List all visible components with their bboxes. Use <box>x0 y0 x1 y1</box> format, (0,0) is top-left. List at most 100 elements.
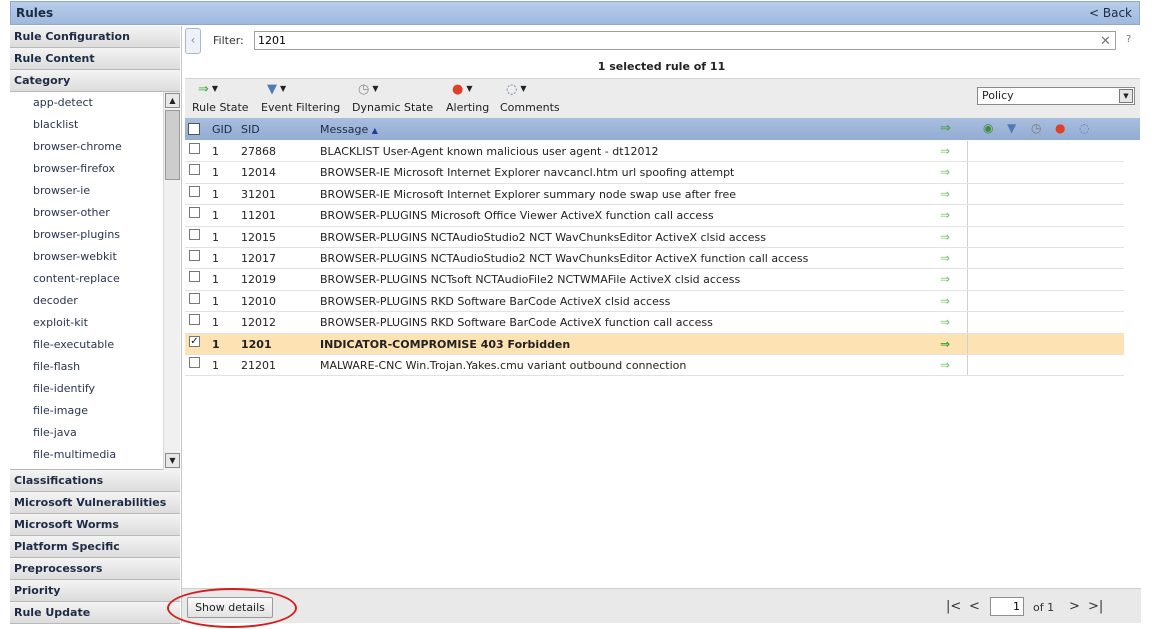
section-rule-update[interactable]: Rule Update <box>10 602 180 624</box>
back-link[interactable]: < Back <box>1089 6 1132 20</box>
category-item-file-image[interactable]: file-image <box>10 400 180 422</box>
gid-cell: 1 <box>212 358 219 372</box>
row-checkbox[interactable]: ✓ <box>189 335 200 347</box>
filter-label: Filter: <box>213 34 244 47</box>
rule-state-arrow-icon[interactable]: ⇒ <box>940 337 950 351</box>
category-item-app-detect[interactable]: app-detect <box>10 92 180 114</box>
row-checkbox[interactable] <box>189 207 200 219</box>
row-checkbox[interactable] <box>189 228 200 240</box>
category-item-exploit-kit[interactable]: exploit-kit <box>10 312 180 334</box>
previous-page-icon[interactable]: < <box>969 599 980 614</box>
sid-column-header[interactable]: SID <box>241 123 260 136</box>
gid-column-header[interactable]: GID <box>212 123 232 136</box>
section-platform-specific[interactable]: Platform Specific <box>10 536 180 558</box>
rule-state-button[interactable]: ⇒ ▼ Rule State <box>192 82 249 114</box>
category-item-content-replace[interactable]: content-replace <box>10 268 180 290</box>
table-row[interactable]: ✓ 1 1201 INDICATOR-COMPROMISE 403 Forbidden… <box>185 333 1124 355</box>
section-category[interactable]: Category <box>10 70 180 92</box>
chevron-down-icon[interactable]: ▼ <box>1119 89 1133 103</box>
table-row[interactable]: 1 31201 BROWSER-IE Microsoft Internet Expl… <box>185 183 1124 206</box>
column-divider <box>967 183 968 205</box>
row-checkbox[interactable] <box>189 356 200 368</box>
row-checkbox[interactable] <box>189 143 200 154</box>
rule-state-arrow-icon[interactable]: ⇒ <box>940 208 950 222</box>
alerting-button[interactable]: ● ▼ Alerting <box>446 82 489 114</box>
category-item-browser-webkit[interactable]: browser-webkit <box>10 246 180 268</box>
rules-grid-header: GID SID Message ▲ ⇒ ◉ ▼ ◷ ● ◌ <box>185 118 1140 140</box>
category-item-file-multimedia[interactable]: file-multimedia <box>10 444 180 466</box>
sid-cell: 27868 <box>241 145 276 158</box>
row-checkbox[interactable] <box>189 292 200 304</box>
category-scrollbar[interactable]: ▲ ▼ <box>163 92 180 470</box>
row-checkbox[interactable] <box>189 314 200 326</box>
policy-select[interactable]: Policy ▼ <box>977 87 1135 105</box>
category-item-browser-plugins[interactable]: browser-plugins <box>10 224 180 246</box>
rule-state-arrow-icon[interactable]: ⇒ <box>940 165 950 179</box>
rule-state-arrow-icon[interactable]: ⇒ <box>940 294 950 308</box>
clock-column-icon[interactable]: ◷ <box>1031 121 1041 135</box>
rule-state-arrow-icon[interactable]: ⇒ <box>940 315 950 329</box>
category-item-file-java[interactable]: file-java <box>10 422 180 444</box>
category-item-decoder[interactable]: decoder <box>10 290 180 312</box>
next-page-icon[interactable]: > <box>1069 599 1080 614</box>
rule-state-arrow-icon[interactable]: ⇒ <box>940 144 950 158</box>
table-row[interactable]: 1 12012 BROWSER-PLUGINS RKD Software BarCo… <box>185 312 1124 334</box>
clear-filter-icon[interactable]: ✕ <box>1100 34 1111 49</box>
table-row[interactable]: 1 12014 BROWSER-IE Microsoft Internet Expl… <box>185 162 1124 184</box>
page-number-input[interactable] <box>990 597 1024 616</box>
last-page-icon[interactable]: >| <box>1088 599 1103 614</box>
globe-column-icon[interactable]: ◉ <box>983 121 993 135</box>
section-microsoft-worms[interactable]: Microsoft Worms <box>10 514 180 536</box>
scroll-down-icon[interactable]: ▼ <box>165 453 180 468</box>
alert-column-icon[interactable]: ● <box>1055 121 1065 135</box>
dropdown-arrow-icon: ▼ <box>372 84 379 93</box>
help-icon[interactable]: ? <box>1126 34 1131 45</box>
row-checkbox[interactable] <box>189 164 200 176</box>
category-item-browser-other[interactable]: browser-other <box>10 202 180 224</box>
rule-state-column-icon[interactable]: ⇒ <box>940 121 951 136</box>
rule-state-arrow-icon[interactable]: ⇒ <box>940 187 950 201</box>
row-checkbox[interactable] <box>189 249 200 261</box>
section-preprocessors[interactable]: Preprocessors <box>10 558 180 580</box>
table-row[interactable]: 1 21201 MALWARE-CNC Win.Trojan.Yakes.cmu v… <box>185 354 1124 377</box>
table-row[interactable]: 1 12019 BROWSER-PLUGINS NCTsoft NCTAudioFi… <box>185 269 1124 291</box>
table-row[interactable]: 1 27868 BLACKLIST User-Agent known malicio… <box>185 141 1124 163</box>
category-item-browser-chrome[interactable]: browser-chrome <box>10 136 180 158</box>
table-row[interactable]: 1 12017 BROWSER-PLUGINS NCTAudioStudio2 NC… <box>185 247 1124 270</box>
section-rule-content[interactable]: Rule Content <box>10 48 180 70</box>
section-microsoft-vulnerabilities[interactable]: Microsoft Vulnerabilities <box>10 492 180 514</box>
message-column-header[interactable]: Message ▲ <box>320 123 378 136</box>
collapse-panel-icon[interactable]: ‹ <box>185 28 201 54</box>
scroll-thumb[interactable] <box>165 110 180 180</box>
category-item-file-identify[interactable]: file-identify <box>10 378 180 400</box>
funnel-column-icon[interactable]: ▼ <box>1007 121 1016 135</box>
dynamic-state-button[interactable]: ◷ ▼ Dynamic State <box>352 82 433 114</box>
row-checkbox[interactable] <box>189 185 200 197</box>
scroll-up-icon[interactable]: ▲ <box>165 93 180 108</box>
table-row[interactable]: 1 11201 BROWSER-PLUGINS Microsoft Office V… <box>185 205 1124 227</box>
section-rule-configuration[interactable]: Rule Configuration <box>10 26 180 48</box>
category-item-browser-firefox[interactable]: browser-firefox <box>10 158 180 180</box>
comments-button[interactable]: ◌ ▼ Comments <box>500 82 560 114</box>
select-all-checkbox[interactable] <box>188 123 200 135</box>
section-priority[interactable]: Priority <box>10 580 180 602</box>
comment-column-icon[interactable]: ◌ <box>1079 121 1089 135</box>
category-item-browser-ie[interactable]: browser-ie <box>10 180 180 202</box>
filter-input[interactable] <box>254 31 1116 50</box>
table-row[interactable]: 1 12015 BROWSER-PLUGINS NCTAudioStudio2 NC… <box>185 226 1124 248</box>
first-page-icon[interactable]: |< <box>946 599 961 614</box>
table-row[interactable]: 1 12010 BROWSER-PLUGINS RKD Software BarCo… <box>185 290 1124 313</box>
row-checkbox[interactable] <box>189 271 200 283</box>
rule-state-arrow-icon[interactable]: ⇒ <box>940 251 950 265</box>
event-filtering-button[interactable]: ▼ ▼ Event Filtering <box>261 82 340 114</box>
gid-cell: 1 <box>212 294 219 308</box>
category-item-file-executable[interactable]: file-executable <box>10 334 180 356</box>
message-cell: BROWSER-PLUGINS RKD Software BarCode Act… <box>320 316 713 330</box>
category-item-file-flash[interactable]: file-flash <box>10 356 180 378</box>
category-item-blacklist[interactable]: blacklist <box>10 114 180 136</box>
gid-cell: 1 <box>212 230 219 244</box>
rule-state-arrow-icon[interactable]: ⇒ <box>940 358 950 372</box>
rule-state-arrow-icon[interactable]: ⇒ <box>940 272 950 286</box>
section-classifications[interactable]: Classifications <box>10 470 180 492</box>
rule-state-arrow-icon[interactable]: ⇒ <box>940 230 950 244</box>
